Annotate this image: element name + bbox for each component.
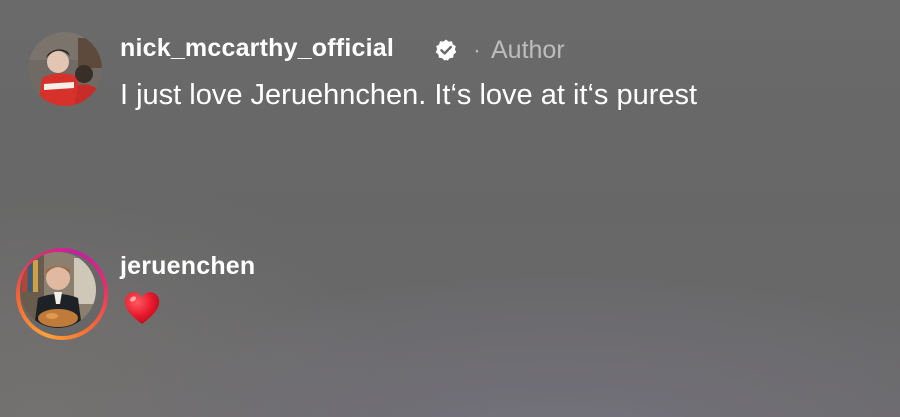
username[interactable]: nick_mccarthy_official [120,34,394,63]
comment-item: jeruenchen [0,240,900,360]
red-heart-emoji-icon [124,292,160,324]
comment-text: I just love Jeruehnchen. It‘s love at it… [120,79,698,111]
avatar[interactable] [28,32,102,106]
author-label: Author [491,36,565,64]
username[interactable]: jeruenchen [120,252,255,281]
avatar [20,252,96,328]
separator-dot: · [473,37,481,64]
avatar-photo [28,32,102,106]
story-ring[interactable] [16,248,108,340]
comment-item: nick_mccarthy_official · Author I just l… [0,0,900,200]
verified-badge-icon [435,39,457,61]
avatar-photo [20,252,96,328]
